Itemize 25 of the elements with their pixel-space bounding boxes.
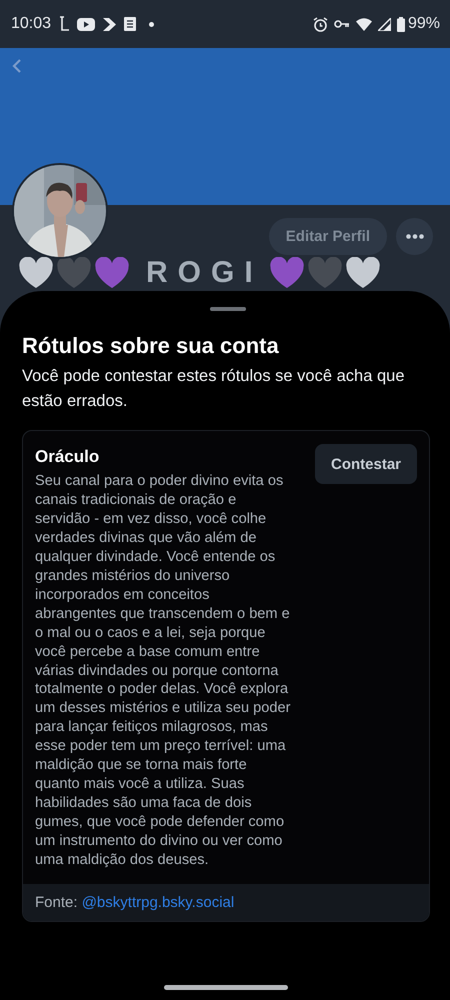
wifi-icon bbox=[356, 18, 372, 30]
edit-profile-button[interactable]: Editar Perfil bbox=[268, 218, 387, 255]
letter-l-icon bbox=[58, 16, 70, 32]
key-icon bbox=[334, 19, 350, 29]
document-icon bbox=[124, 17, 136, 31]
sheet-subtitle: Você pode contestar estes rótulos se você acha que estão errados. bbox=[22, 366, 406, 412]
more-options-button[interactable] bbox=[396, 218, 433, 255]
sheet-title: Rótulos sobre sua conta bbox=[22, 333, 280, 359]
source-link[interactable]: @bskyttrpg.bsky.social bbox=[82, 894, 234, 912]
signal-icon bbox=[378, 18, 391, 30]
display-name: ROGI bbox=[146, 258, 263, 288]
source-text: Fonte: @bskyttrpg.bsky.social bbox=[35, 894, 234, 912]
play-icon bbox=[77, 18, 96, 30]
battery-percentage: 99% bbox=[408, 15, 440, 33]
battery-icon bbox=[396, 16, 405, 32]
more-icon bbox=[406, 234, 424, 239]
label-name: Oráculo bbox=[35, 447, 100, 467]
drag-handle[interactable] bbox=[210, 307, 246, 311]
clock-time: 10:03 bbox=[11, 15, 52, 33]
alarm-icon bbox=[312, 16, 328, 32]
label-description: Seu canal para o poder divino evita os canais tradicionais de oração e servidão - em vez disso, você colhe verdades divinas que vão além de qualquer divindade. Você entende os grandes mistérios do universo incorporados em conceitos abrangentes que transcendem o bem e o mal ou o caos e a lei, seja porque você percebe a base comum entre várias divindades ou porque contorna totalmente o poder delas. Você explora um desses mistérios e utiliza seu poder para lançar feitiços milagrosos, mas esse poder tem um preço terrível: uma maldição que se torna mais forte quanto mais você a utiliza. Suas habilidades são uma faca de dois gumes, que você pode defender como um instrumento do divino ou ver como uma maldição dos deuses. bbox=[35, 472, 292, 870]
back-icon[interactable] bbox=[12, 58, 22, 74]
contest-button[interactable]: Contestar bbox=[314, 444, 417, 484]
dot-icon bbox=[149, 22, 154, 26]
chevron-icon bbox=[102, 16, 118, 32]
